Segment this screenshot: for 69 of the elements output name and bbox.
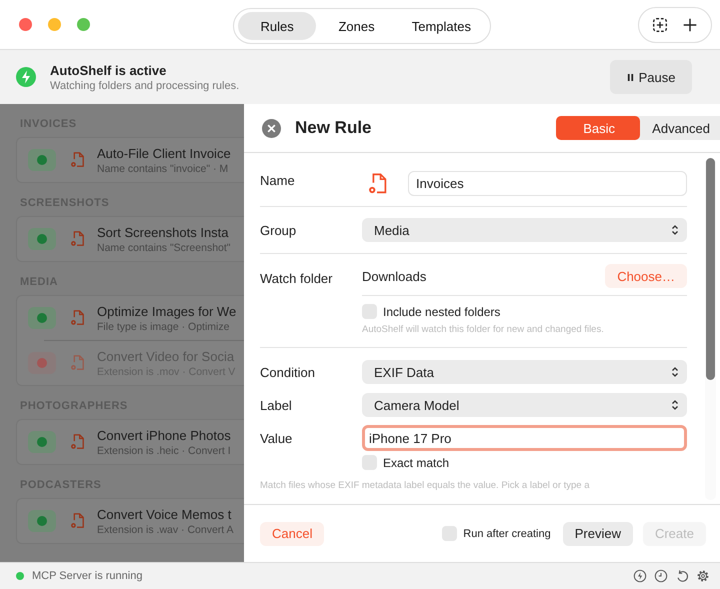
pause-button[interactable]: Pause [610,60,692,94]
scrollbar-thumb[interactable] [706,158,715,380]
field-label: Value [260,430,294,446]
zoom-window-button[interactable] [77,18,90,31]
condition-dropdown[interactable]: EXIF Data [362,360,687,384]
checkbox-label: Exact match [383,456,450,470]
rule-title: Convert Voice Memos t [97,506,232,522]
minimize-window-button[interactable] [48,18,61,31]
field-label: Label [260,398,293,412]
rule-toggle[interactable] [28,431,56,453]
preview-button[interactable]: Preview [562,522,633,546]
rule-summary: Extension is .heic · Convert I [97,444,231,456]
file-gear-icon [69,354,85,372]
rule-summary: Name contains "invoice" · M [97,162,230,174]
name-field[interactable]: Invoices [408,171,687,196]
settings-icon[interactable] [696,569,710,583]
close-icon[interactable] [262,118,281,138]
rule-summary: File type is image · Optimize [97,320,230,332]
checkbox-label: Run after creating [463,528,551,540]
close-window-button[interactable] [19,18,32,31]
folder-name: Downloads [362,268,426,284]
file-gear-icon [69,433,85,451]
file-gear-icon [69,151,85,169]
field-label: Condition [260,364,316,380]
add-selection-icon[interactable] [651,16,669,34]
sheet-title: New Rule [295,118,372,138]
checkbox[interactable] [362,304,377,319]
rule-toggle[interactable] [28,510,56,532]
up-down-chevron-icon [671,399,679,411]
tab[interactable]: Templates [396,12,486,40]
field-label: Group [260,222,298,238]
lightning-icon [16,67,36,87]
up-down-chevron-icon [671,366,679,378]
rule-toggle[interactable] [28,228,56,250]
tab[interactable]: Zones [318,12,395,40]
checkbox-label: Include nested folders [383,304,500,318]
checkbox[interactable] [442,526,458,541]
rule-title: Sort Screenshots Insta [97,224,230,240]
up-down-chevron-icon [671,224,679,236]
rule-summary: Extension is .wav · Convert A [97,524,234,536]
file-gear-icon [366,172,388,196]
rule-title: Convert iPhone Photos [97,428,231,442]
field-label: Name [260,172,296,190]
group-dropdown[interactable]: Media [362,218,687,242]
lightning-icon[interactable] [633,569,647,583]
hint-text: Match files whose EXIF metadata label equals the value. Pick a label or type a [260,480,591,493]
rule-title: Auto-File Client Invoice [97,146,231,160]
file-gear-icon [69,230,85,248]
field-label: Watch folder [260,270,334,288]
file-gear-icon [69,309,85,327]
rule-toggle[interactable] [28,352,56,374]
tab[interactable]: Rules [238,12,316,40]
file-gear-icon [69,512,85,530]
rule-toggle[interactable] [28,149,56,171]
status-subtitle: Watching folders and processing rules. [50,80,240,92]
value-field[interactable]: iPhone 17 Pro [362,425,687,451]
label-dropdown[interactable]: Camera Model [362,393,687,417]
checkbox[interactable] [362,455,377,470]
add-icon[interactable] [681,16,699,34]
clock-icon[interactable] [654,569,668,583]
pause-icon [626,72,634,82]
reset-icon[interactable] [675,569,689,583]
status-text: MCP Server is running [32,570,142,582]
rule-toggle[interactable] [28,307,56,329]
status-title: AutoShelf is active [50,62,168,78]
hint-text: AutoShelf will watch this folder for new and changed files. [362,324,605,337]
rule-title: Optimize Images for We [97,304,236,318]
mode-tab[interactable]: Advanced [640,116,720,140]
rule-summary: Name contains "Screenshot" [97,242,231,254]
